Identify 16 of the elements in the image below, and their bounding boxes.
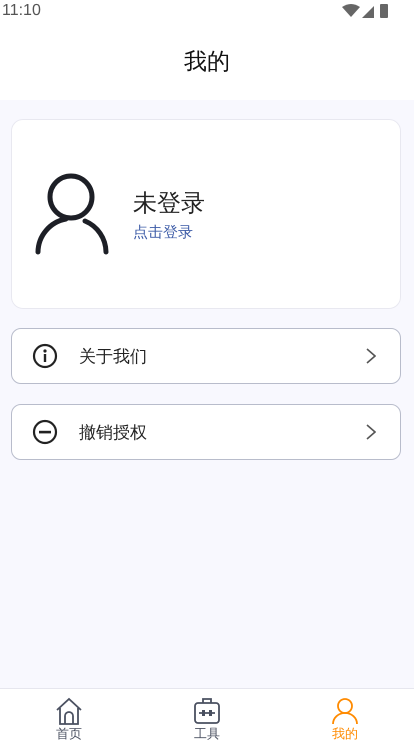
person-icon [331,697,359,725]
toolbox-icon [193,697,221,725]
minus-circle-icon [32,419,58,445]
avatar-icon [35,173,109,255]
login-link[interactable]: 点击登录 [133,222,205,242]
login-status: 未登录 [133,188,205,218]
chevron-icon [366,348,376,364]
menu-item[interactable]: 关于我们 [11,328,401,384]
chevron-icon [366,424,376,440]
info-icon [32,343,58,369]
tab[interactable]: 工具 [138,689,276,747]
home-icon [55,697,83,725]
status-time: 11:10 [2,2,41,20]
page-title: 我的 [184,48,230,76]
tab[interactable]: 首页 [0,689,138,747]
menu-item[interactable]: 撤销授权 [11,404,401,460]
